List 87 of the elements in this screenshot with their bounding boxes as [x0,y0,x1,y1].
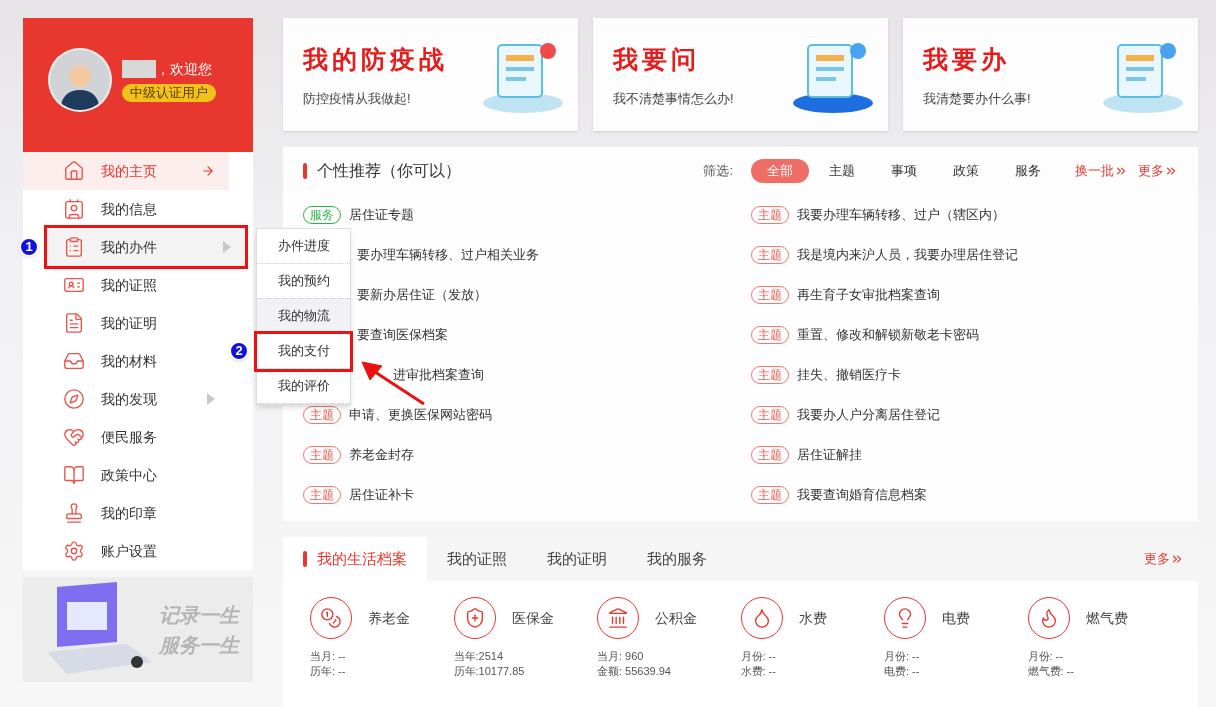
archive-value: 水费: -- [740,664,777,679]
archive-value: 电费: -- [884,664,921,679]
card-title: 我要问 [613,44,701,75]
archive-value: 月份: -- [740,649,777,664]
dropdown-item[interactable]: 办件进度 [257,229,350,264]
archive-label: 养老金 [368,608,410,628]
archive-value: 当月: 960 [597,649,645,664]
house-icon [63,160,85,182]
filter-chip[interactable]: 服务 [999,159,1057,183]
double-chevron-icon [1170,552,1184,566]
contact-card-icon [63,198,85,220]
card-subtitle: 我清楚要办什么事! [923,89,1031,108]
recommendation-link[interactable]: 重置、修改和解锁新敬老卡密码 [796,325,979,345]
archive-label: 电费 [942,608,970,628]
more-link[interactable]: 更多 [1138,161,1178,181]
archive-label: 公积金 [655,608,697,628]
sidebar-item[interactable]: 我的印章 [23,494,229,532]
heart-hand-icon [63,426,85,448]
recommendation-link[interactable]: 居住证专题 [349,205,414,225]
feature-card[interactable]: 我的防疫战 防控疫情从我做起! [283,18,578,131]
archive-tab[interactable]: 我的证明 [527,537,627,581]
recommendation-link[interactable]: 挂失、撤销医疗卡 [796,365,901,385]
accent-bar [303,163,307,179]
recommendation-link[interactable]: 申请、更换医保网站密码 [349,405,492,425]
recommendation-link[interactable]: 要查询医保档案 [357,325,448,345]
sidebar-item[interactable]: 我的信息 [23,190,229,228]
card-subtitle: 我不清楚事情怎么办! [613,89,734,108]
more-link[interactable]: 更多 [1144,549,1184,569]
double-chevron-icon [1114,164,1128,178]
compass-icon [63,388,85,410]
sidebar-item[interactable]: 我的证明 [23,304,229,342]
redacted-name [122,60,156,78]
archive-value: 历年: -- [310,664,347,679]
step-number-badge: 1 [19,237,39,257]
sidebar-item[interactable]: 我的证照 [23,266,229,304]
archive-label: 水费 [798,608,827,628]
settings-icon [63,540,85,562]
recommendation-link[interactable]: 我是境内来沪人员，我要办理居住登记 [796,245,1018,265]
sidebar-item[interactable]: 我的材料 [23,342,229,380]
double-chevron-icon [1164,164,1178,178]
welcome-text: ，欢迎您 [156,59,212,79]
archive-tab[interactable]: 我的服务 [627,537,727,581]
filter-chip[interactable]: 主题 [813,159,871,183]
section-title: 个性推荐（你可以） [317,161,461,181]
recommendation-link[interactable]: 再生育子女审批档案查询 [796,285,940,305]
tray-icon [63,350,85,372]
recommendation-link[interactable]: 进审批档案查询 [393,365,484,385]
recommendation-link[interactable]: 我要办理车辆转移、过户（辖区内） [796,205,1005,225]
recommendation-link[interactable]: 养老金封存 [349,445,414,465]
filter-chip[interactable]: 事项 [875,159,933,183]
archive-value: 当月: -- [310,649,347,664]
dropdown-item[interactable]: 我的评价 [257,369,350,404]
archive-label: 燃气费 [1085,608,1128,628]
archive-tab[interactable]: 我的生活档案 [283,537,427,581]
card-subtitle: 防控疫情从我做起! [303,89,412,108]
recommendation-link[interactable]: 我要办人户分离居住登记 [796,405,940,425]
clipboard-icon [63,236,85,258]
sidebar-item[interactable]: 我的主页 [23,152,229,190]
archive-label: 医保金 [511,608,554,628]
stamp-icon [63,502,85,524]
filter-label: 筛选: [703,162,733,181]
recommendation-link[interactable]: 居住证补卡 [349,485,414,505]
recommendation-link[interactable]: 要办理车辆转移、过户相关业务 [357,245,539,265]
book-icon [63,464,85,486]
sidebar-item[interactable]: 政策中心 [23,456,229,494]
refresh-link[interactable]: 换一批 [1075,161,1128,181]
sidebar-item[interactable]: 便民服务 [23,418,229,456]
recommendation-link[interactable]: 我要查询婚育信息档案 [796,485,927,505]
sidebar-item[interactable]: 我的发现 [23,380,229,418]
arrow-right-icon [201,164,215,178]
archive-value: 月份: -- [1027,649,1064,664]
document-icon [63,312,85,334]
archive-value: 燃气费: -- [1027,664,1075,679]
archive-value: 月份: -- [884,649,921,664]
user-level-badge: 中级认证用户 [122,83,216,102]
filter-chip[interactable]: 政策 [937,159,995,183]
feature-card[interactable]: 我要问 我不清楚事情怎么办! [593,18,888,131]
card-title: 我的防疫战 [303,44,448,75]
archive-value: 当年:2514 [453,649,505,664]
recommendation-link[interactable]: 居住证解挂 [796,445,862,465]
archive-value: 历年:10177.85 [453,664,526,679]
card-title: 我要办 [923,44,1011,75]
recommendation-link[interactable]: 要新办居住证（发放） [357,285,487,305]
feature-card[interactable]: 我要办 我清楚要办什么事! [903,18,1198,131]
archive-value: 金额: 55639.94 [597,664,672,679]
sidebar-item[interactable]: 账户设置 [23,532,229,570]
archive-tab[interactable]: 我的证照 [427,537,527,581]
